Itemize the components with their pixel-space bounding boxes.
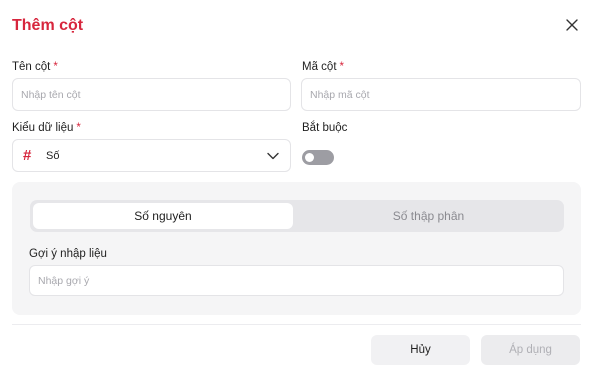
required-toggle[interactable] [302,150,334,165]
add-column-dialog: Thêm cột Tên cột* Mã cột* Kiểu dữ liệu* … [0,0,599,377]
number-type-segmented-control: Số nguyên Số thập phân [30,200,564,232]
footer-divider [12,324,581,325]
chevron-down-icon [267,152,279,159]
data-type-select[interactable]: # Số [12,139,291,172]
data-type-label: Kiểu dữ liệu * [12,122,81,134]
dialog-title: Thêm cột [12,17,84,34]
cancel-button[interactable]: Hủy [371,335,470,365]
tab-integer[interactable]: Số nguyên [33,203,293,229]
column-name-input[interactable] [13,79,290,110]
column-code-input[interactable] [302,79,580,110]
close-icon[interactable] [564,17,580,33]
toggle-knob [305,153,314,162]
required-mark: * [339,61,344,73]
column-name-field[interactable] [12,78,291,111]
input-hint-field[interactable] [29,265,564,296]
input-hint-input[interactable] [30,266,563,295]
required-mark: * [76,122,81,134]
column-name-label: Tên cột * [12,61,58,73]
input-hint-label: Gợi ý nhập liệu [29,248,107,260]
number-settings-panel: Số nguyên Số thập phân Gợi ý nhập liệu [12,182,581,315]
column-code-label: Mã cột * [302,61,344,73]
column-code-field[interactable] [301,78,581,111]
hash-icon: # [23,147,32,164]
required-label: Bắt buộc [302,122,348,134]
apply-button[interactable]: Áp dụng [481,335,580,365]
tab-decimal[interactable]: Số thập phân [296,203,561,229]
data-type-value: Số [46,149,60,162]
required-mark: * [53,61,58,73]
